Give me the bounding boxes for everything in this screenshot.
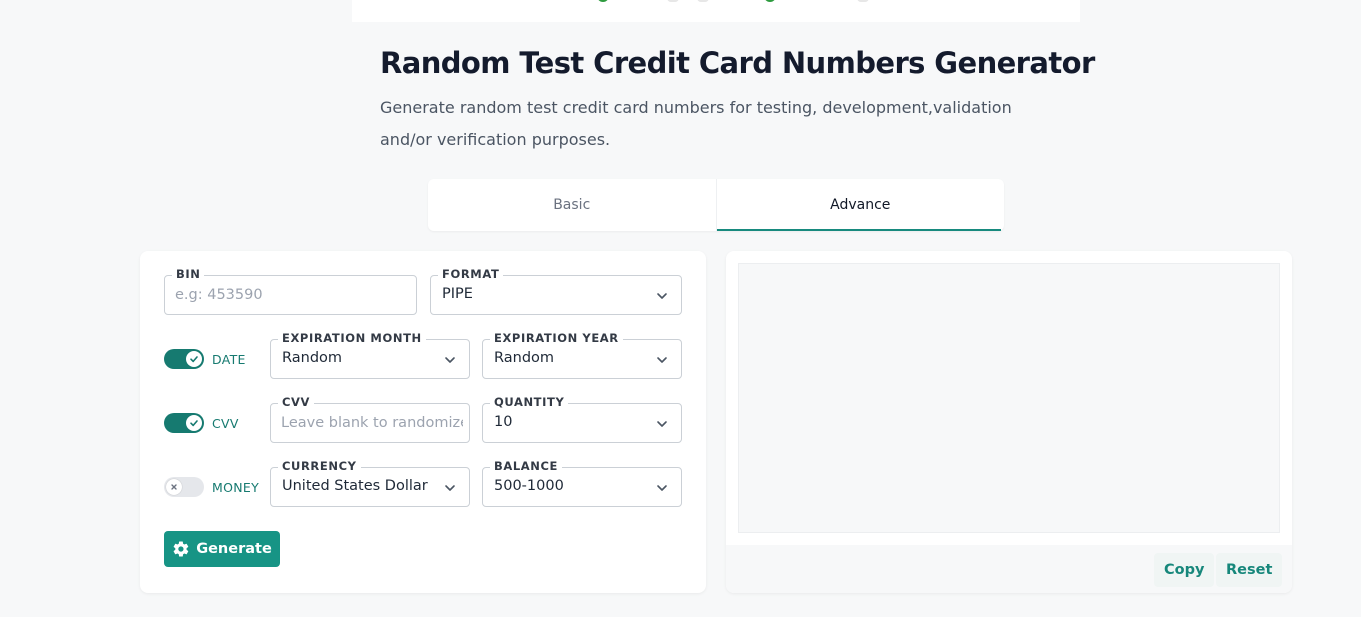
step-dot xyxy=(667,0,679,2)
expiration-year-label: EXPIRATION YEAR xyxy=(490,331,623,345)
generator-form: BIN FORMAT PIPE DATE EXPIRATION MONTH Ra… xyxy=(140,251,706,593)
balance-value: 500-1000 xyxy=(494,478,564,494)
bin-field: BIN xyxy=(164,267,417,315)
cvv-toggle[interactable] xyxy=(164,413,204,433)
chevron-down-icon xyxy=(657,293,667,299)
format-select[interactable]: FORMAT PIPE xyxy=(430,267,682,315)
money-toggle-label: MONEY xyxy=(212,480,260,495)
format-label: FORMAT xyxy=(438,267,504,281)
top-banner xyxy=(352,0,1080,22)
toggle-knob xyxy=(186,415,202,431)
balance-select[interactable]: BALANCE 500-1000 xyxy=(482,459,682,507)
chevron-down-icon xyxy=(657,357,667,363)
date-toggle-label: DATE xyxy=(212,352,246,367)
toggle-knob xyxy=(186,351,202,367)
chevron-down-icon xyxy=(657,421,667,427)
money-toggle[interactable] xyxy=(164,477,204,497)
expiration-year-value: Random xyxy=(494,350,555,366)
currency-select[interactable]: CURRENCY United States Dollar xyxy=(270,459,470,507)
step-dot xyxy=(697,0,709,2)
step-dot xyxy=(857,0,869,2)
tab-advance[interactable]: Advance xyxy=(715,179,1005,231)
cvv-toggle-label: CVV xyxy=(212,416,239,431)
output-textarea[interactable] xyxy=(738,263,1280,533)
page-title: Random Test Credit Card Numbers Generato… xyxy=(380,46,1095,80)
close-icon xyxy=(171,484,177,490)
expiration-month-label: EXPIRATION MONTH xyxy=(278,331,426,345)
expiration-month-select[interactable]: EXPIRATION MONTH Random xyxy=(270,331,470,379)
quantity-value: 10 xyxy=(494,414,513,430)
chevron-down-icon xyxy=(445,357,455,363)
toggle-knob xyxy=(166,479,182,495)
output-panel: Copy Reset xyxy=(726,251,1292,593)
cvv-label: CVV xyxy=(278,395,315,409)
chevron-down-icon xyxy=(657,485,667,491)
mode-tabs: Basic Advance xyxy=(428,179,1004,231)
copy-button[interactable]: Copy xyxy=(1154,553,1215,587)
quantity-select[interactable]: QUANTITY 10 xyxy=(482,395,682,443)
expiration-month-value: Random xyxy=(282,350,343,366)
check-icon xyxy=(190,356,198,363)
currency-label: CURRENCY xyxy=(278,459,361,473)
balance-label: BALANCE xyxy=(490,459,563,473)
cvv-field: CVV xyxy=(270,395,470,443)
generate-button[interactable]: Generate xyxy=(164,531,280,567)
generate-label: Generate xyxy=(196,541,272,557)
page-subtitle: Generate random test credit card numbers… xyxy=(380,98,1012,149)
date-toggle[interactable] xyxy=(164,349,204,369)
tab-basic[interactable]: Basic xyxy=(428,179,716,231)
expiration-year-select[interactable]: EXPIRATION YEAR Random xyxy=(482,331,682,379)
currency-value: United States Dollar xyxy=(282,478,428,494)
format-value: PIPE xyxy=(442,286,473,302)
step-dot xyxy=(764,0,776,2)
step-dot xyxy=(597,0,609,2)
chevron-down-icon xyxy=(445,485,455,491)
check-icon xyxy=(190,420,198,427)
quantity-label: QUANTITY xyxy=(490,395,569,409)
cvv-input[interactable] xyxy=(281,412,463,434)
bin-input[interactable] xyxy=(175,284,410,306)
reset-button[interactable]: Reset xyxy=(1216,553,1283,587)
bin-label: BIN xyxy=(172,267,205,281)
gear-icon xyxy=(173,541,189,557)
